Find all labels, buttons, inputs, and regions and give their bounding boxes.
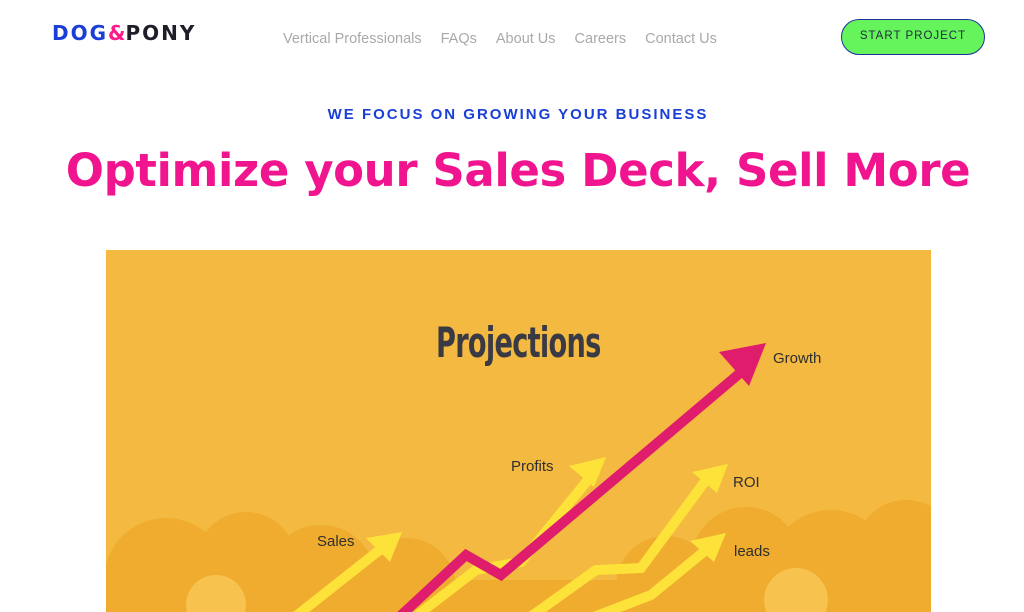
logo-part-pony: PONY — [125, 21, 197, 45]
nav-link-contact-us[interactable]: Contact Us — [645, 30, 717, 48]
nav-link-faqs[interactable]: FAQs — [441, 30, 477, 48]
start-project-button[interactable]: START PROJECT — [841, 19, 985, 55]
logo-part-dog: DOG — [52, 21, 109, 45]
hero-eyebrow: WE FOCUS ON GROWING YOUR BUSINESS — [327, 106, 709, 123]
main-nav: Vertical Professionals FAQs About Us Car… — [283, 30, 717, 48]
landing-page: DOG&PONY Vertical Professionals FAQs Abo… — [0, 0, 1024, 612]
nav-link-about-us[interactable]: About Us — [496, 30, 556, 48]
hero-headline: Optimize your Sales Deck, Sell More — [65, 144, 971, 197]
sales-label: Sales — [317, 533, 355, 550]
nav-link-careers[interactable]: Careers — [575, 30, 627, 48]
profits-label: Profits — [511, 458, 554, 475]
logo[interactable]: DOG&PONY — [52, 21, 196, 45]
roi-label: ROI — [733, 474, 760, 491]
growth-label: Growth — [773, 350, 822, 367]
logo-ampersand: & — [108, 21, 126, 45]
leads-label: leads — [734, 543, 770, 560]
projections-illustration: Projections Growth Profits ROI Sales lea… — [106, 250, 931, 612]
site-header: DOG&PONY Vertical Professionals FAQs Abo… — [0, 0, 1024, 76]
nav-link-vertical-professionals[interactable]: Vertical Professionals — [283, 30, 422, 48]
projections-title: Projections — [436, 318, 601, 367]
projections-graphic — [106, 343, 931, 612]
